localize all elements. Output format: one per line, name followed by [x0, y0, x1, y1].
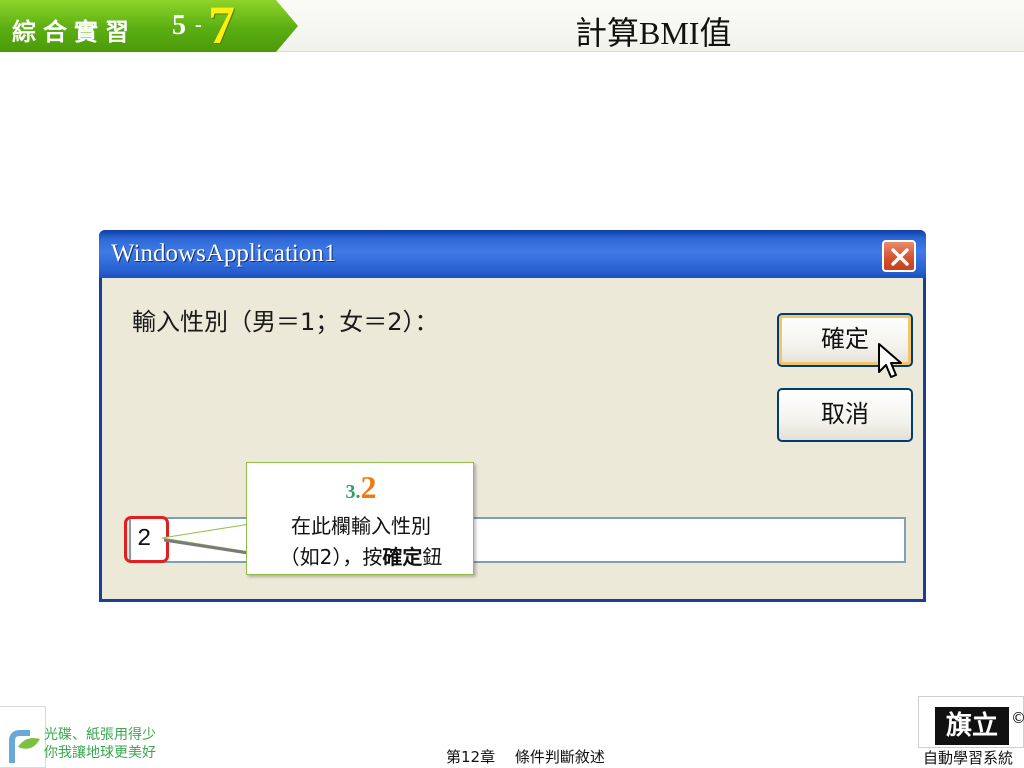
chapter-label: 第12章 條件判斷敘述: [446, 748, 605, 766]
close-button[interactable]: [882, 240, 916, 272]
step-number: 2: [360, 469, 377, 505]
mouse-pointer-icon: [878, 343, 902, 378]
slide-header: 綜合實習 5 - 7 計算BMI值: [0, 0, 1024, 52]
callout-step: 3.2: [247, 469, 475, 506]
callout-line2-bold: 確定: [382, 545, 423, 569]
callout-line2-suffix: 鈕: [422, 545, 443, 569]
publisher-name: 旗立: [935, 707, 1009, 745]
callout-pointer: [161, 523, 251, 555]
close-x-icon: [891, 248, 909, 266]
section-sub-number: 7: [208, 0, 235, 55]
eco-slogan-line2: 你我讓地球更美好: [44, 745, 156, 761]
leaf-logo-icon: [9, 730, 40, 763]
cancel-button[interactable]: 取消: [777, 388, 913, 442]
callout-text-line1: 在此欄輸入性別: [291, 514, 431, 538]
page-title: 計算BMI值: [575, 15, 732, 51]
dialog-titlebar[interactable]: WindowsApplication1: [99, 230, 926, 278]
system-label: 自動學習系統: [923, 749, 1014, 767]
eco-slogan: 光碟、紙張用得少 你我讓地球更美好: [44, 726, 156, 762]
instruction-callout: 3.2 在此欄輸入性別 （如2），按確定鈕: [246, 462, 474, 575]
callout-line2-prefix: （如2），按: [279, 545, 383, 569]
step-prefix: 3.: [345, 481, 361, 503]
prompt-label: 輸入性別（男＝1；女＝2）：: [132, 308, 439, 336]
leaf-logo: [0, 706, 46, 768]
dialog-title: WindowsApplication1: [111, 240, 337, 267]
publisher-logo: 旗立 ©: [918, 696, 1024, 748]
section-dash: -: [195, 14, 202, 36]
eco-slogan-line1: 光碟、紙張用得少: [44, 727, 156, 743]
copyright-icon: ©: [1011, 709, 1024, 727]
section-label: 綜合實習: [12, 18, 136, 46]
section-tag: 綜合實習 5 - 7: [0, 0, 298, 52]
section-number: 5: [172, 10, 186, 41]
callout-text-line2: （如2），按確定鈕: [247, 541, 475, 570]
